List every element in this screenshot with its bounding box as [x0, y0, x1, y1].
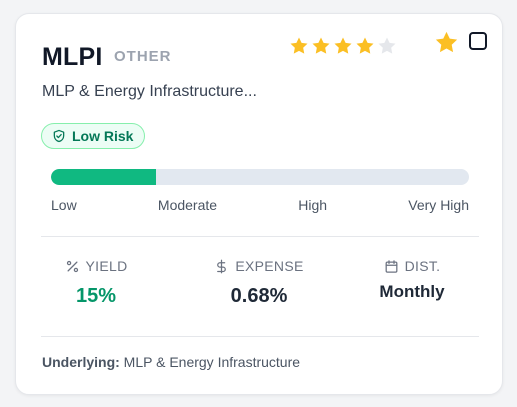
distribution-stat: DIST. Monthly [342, 258, 482, 302]
distribution-value: Monthly [379, 282, 445, 301]
star-filled-icon [311, 36, 331, 56]
percent-icon [66, 260, 78, 272]
fund-category: OTHER [114, 48, 172, 65]
fund-card[interactable]: MLPI OTHER MLP & Energy Infrastructure..… [15, 13, 503, 395]
yield-label: YIELD [85, 258, 128, 274]
risk-badge: Low Risk [41, 123, 146, 149]
risk-meter-labels: Low Moderate High Very High [51, 197, 469, 213]
risk-level-very-high: Very High [408, 197, 469, 213]
star-filled-icon [289, 36, 309, 56]
risk-meter [51, 169, 469, 185]
favorite-star-icon[interactable] [434, 30, 459, 55]
yield-value: 15% [75, 285, 117, 307]
underlying-label: Underlying: [42, 354, 120, 370]
shield-check-icon [53, 129, 65, 143]
risk-level-high: High [298, 197, 328, 213]
expense-stat: EXPENSE 0.68% [189, 258, 329, 308]
divider [41, 236, 479, 237]
yield-stat: YIELD 15% [26, 258, 166, 308]
risk-badge-label: Low Risk [72, 128, 134, 144]
risk-level-moderate: Moderate [157, 197, 218, 213]
risk-meter-fill [51, 169, 156, 185]
star-empty-icon [377, 36, 397, 56]
expense-label: EXPENSE [235, 258, 304, 274]
star-rating [289, 36, 397, 56]
distribution-label: DIST. [404, 258, 441, 274]
divider [41, 336, 479, 337]
underlying-value: MLP & Energy Infrastructure [123, 354, 301, 370]
dollar-icon [217, 259, 227, 273]
star-filled-icon [355, 36, 375, 56]
underlying-info: Underlying: MLP & Energy Infrastructure [42, 354, 300, 370]
star-filled-icon [333, 36, 353, 56]
compare-checkbox[interactable] [469, 32, 487, 50]
expense-value: 0.68% [230, 285, 288, 307]
fund-name: MLP & Energy Infrastructure... [42, 83, 257, 100]
risk-level-low: Low [51, 197, 77, 213]
fund-ticker: MLPI [42, 43, 103, 71]
calendar-icon [385, 259, 398, 273]
